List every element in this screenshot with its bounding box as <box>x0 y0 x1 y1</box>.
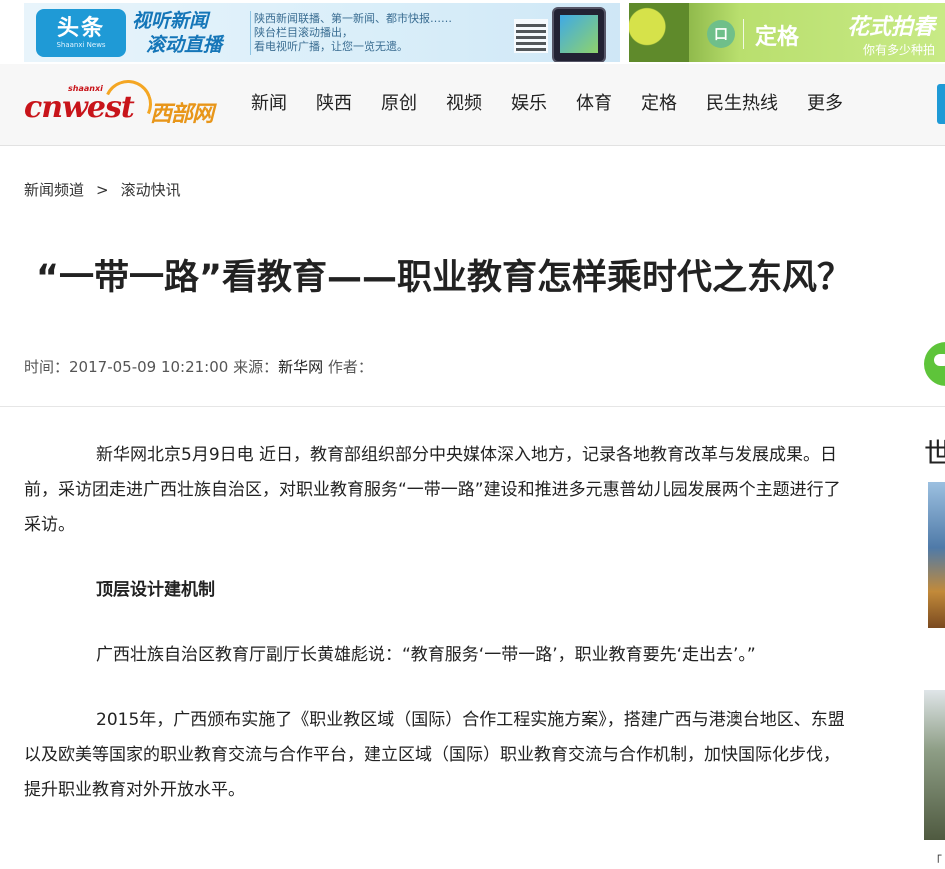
sidebar-image[interactable] <box>924 690 945 840</box>
nav-menu: 新闻 陕西 原创 视频 娱乐 体育 定格 民生热线 更多 <box>251 92 872 116</box>
nav-item-shaanxi[interactable]: 陕西 <box>316 92 352 116</box>
article-paragraph: 2015年，广西颁布实施了《职业教区域（国际）合作工程实施方案》，搭建广西与港澳… <box>24 710 845 800</box>
toutiao-logo: 头条 Shaanxi News <box>36 9 126 57</box>
article-subheading: 顶层设计建机制 <box>96 580 215 600</box>
article-paragraph: 新华网北京5月9日电 近日，教育部组织部分中央媒体深入地方，记录各地教育改革与发… <box>24 445 841 535</box>
source-value[interactable]: 新华网 <box>278 358 323 376</box>
ad-slogan-line1: 视听新闻 <box>132 10 209 32</box>
ad-slogan: 花式拍春 <box>847 15 936 40</box>
breadcrumb-news-channel[interactable]: 新闻频道 <box>24 181 84 199</box>
article-title: “一带一路”看教育——职业教育怎样乘时代之东风？ <box>36 258 853 298</box>
sidebar-caption: 「 <box>930 854 943 868</box>
nav-item-dingge[interactable]: 定格 <box>641 92 677 116</box>
dingge-logo-icon: 口 <box>707 20 735 48</box>
nav-right-button[interactable] <box>937 84 945 124</box>
ad-flower-image <box>629 3 689 62</box>
breadcrumb-separator: > <box>96 181 109 199</box>
time-label: 时间： <box>24 358 70 376</box>
ad-banner-toutiao[interactable]: 头条 Shaanxi News 视听新闻 滚动直播 陕西新闻联播、第一新闻、都市… <box>24 3 620 62</box>
ad-description-line3: 看电视听广播，让您一览无遗。 <box>254 40 408 53</box>
publish-time: 2017-05-09 10:21:00 <box>69 358 229 376</box>
ad-subtext: 你有多少种拍 <box>863 43 936 57</box>
nav-item-more[interactable]: 更多 <box>807 92 843 116</box>
phone-icon <box>552 7 606 62</box>
nav-item-news[interactable]: 新闻 <box>251 92 287 116</box>
sidebar-image[interactable] <box>928 482 945 628</box>
breadcrumb: 新闻频道 > 滚动快讯 <box>24 179 181 200</box>
nav-item-hotline[interactable]: 民生热线 <box>706 92 778 116</box>
ad-description-line1: 陕西新闻联播、第一新闻、都市快报…… <box>254 12 452 25</box>
nav-item-video[interactable]: 视频 <box>446 92 482 116</box>
main-nav: cnwest shaanxi 西部网 新闻 陕西 原创 视频 娱乐 体育 定格 … <box>0 64 945 146</box>
sidebar-heading: 世 <box>924 437 945 470</box>
logo-superscript: shaanxi <box>68 84 103 93</box>
source-label: 来源： <box>233 358 279 376</box>
ad-banner-dingge[interactable]: 口 定格 花式拍春 你有多少种拍 <box>629 3 945 62</box>
ad-description-line2: 陕台栏目滚动播出， <box>254 26 353 39</box>
nav-item-sports[interactable]: 体育 <box>576 92 612 116</box>
article-meta: 时间：2017-05-09 10:21:00 来源：新华网 作者： <box>24 356 373 377</box>
nav-item-entertainment[interactable]: 娱乐 <box>511 92 547 116</box>
ad-slogan: 视听新闻 滚动直播 <box>132 9 242 57</box>
wechat-share-icon[interactable] <box>924 342 945 386</box>
article-paragraph: 广西壮族自治区教育厅副厅长黄雄彪说：“教育服务‘一带一路’，职业教育要先‘走出去… <box>96 645 756 665</box>
ad-brand: 定格 <box>755 25 800 50</box>
cnwest-logo[interactable]: cnwest shaanxi 西部网 <box>24 73 230 135</box>
breadcrumb-scrolling-news[interactable]: 滚动快讯 <box>121 181 181 199</box>
nav-item-original[interactable]: 原创 <box>381 92 417 116</box>
toutiao-logo-text: 头条 <box>56 15 105 41</box>
ad-divider <box>250 11 251 55</box>
author-label: 作者： <box>327 358 373 376</box>
ad-description: 陕西新闻联播、第一新闻、都市快报…… 陕台栏目滚动播出， 看电视听广播，让您一览… <box>254 12 514 54</box>
logo-chinese: 西部网 <box>150 102 214 127</box>
article-body: 新华网北京5月9日电 近日，教育部组织部分中央媒体深入地方，记录各地教育改革与发… <box>24 438 856 838</box>
ad-divider <box>743 19 744 49</box>
qr-code-icon <box>514 19 548 53</box>
meta-divider <box>0 406 945 407</box>
ad-slogan-line2: 滚动直播 <box>146 34 223 56</box>
toutiao-logo-subtext: Shaanxi News <box>56 40 106 49</box>
